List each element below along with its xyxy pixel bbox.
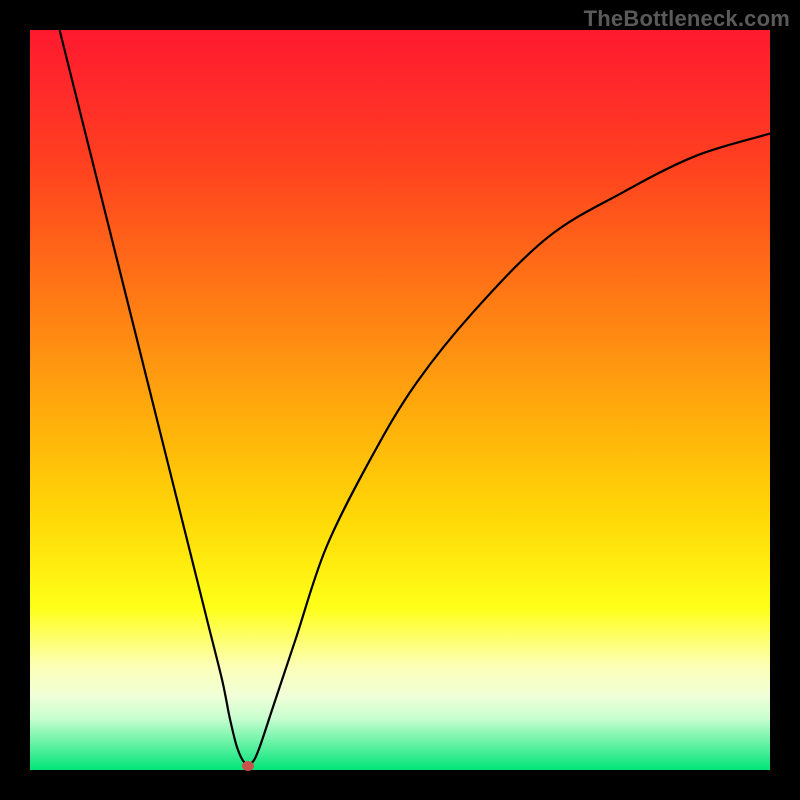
chart-frame: TheBottleneck.com	[0, 0, 800, 800]
optimal-point-marker	[242, 761, 254, 771]
curve-path	[60, 30, 770, 764]
bottleneck-curve	[30, 30, 770, 770]
watermark-text: TheBottleneck.com	[584, 6, 790, 32]
